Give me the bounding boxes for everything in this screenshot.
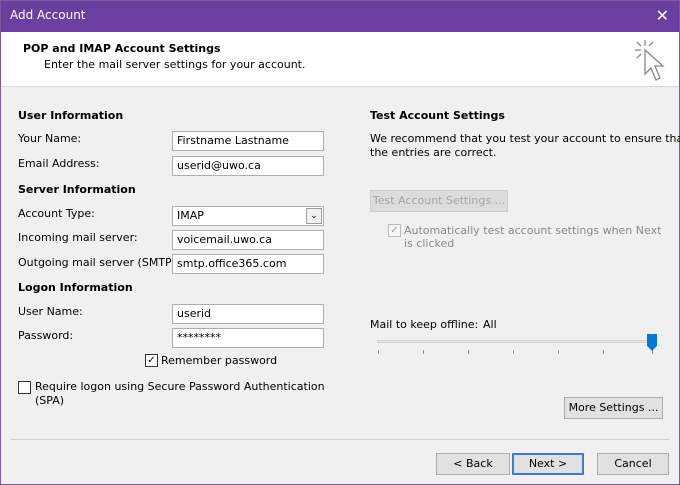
offline-label: Mail to keep offline: [370,318,479,331]
slider-tick [558,350,559,354]
slider-tick [468,350,469,354]
spa-checkbox[interactable] [18,381,31,394]
offline-slider-thumb[interactable] [647,334,657,351]
test-description-line2: the entries are correct. [370,146,497,159]
offline-slider-track[interactable] [377,340,655,343]
chevron-down-icon[interactable]: ⌄ [306,208,322,224]
email-input[interactable]: userid@uwo.ca [172,156,324,176]
cursor-click-icon [635,40,665,81]
close-icon[interactable]: ✕ [656,6,669,25]
auto-test-label-line1: Automatically test account settings when… [404,224,662,237]
auto-test-label-line2: is clicked [404,237,455,250]
user-info-heading: User Information [18,109,124,122]
remember-password-checkbox[interactable]: ✓ [145,354,158,367]
account-type-select[interactable]: IMAP ⌄ [172,206,324,226]
email-label: Email Address: [18,157,100,170]
title-bar: Add Account ✕ [1,1,679,32]
outgoing-server-input[interactable]: smtp.office365.com [172,254,324,274]
test-account-settings-button[interactable]: Test Account Settings ... [370,190,508,212]
password-label: Password: [18,329,74,342]
test-settings-heading: Test Account Settings [370,109,505,122]
server-info-heading: Server Information [18,183,136,196]
cancel-button[interactable]: Cancel [597,453,669,475]
username-label: User Name: [18,305,83,318]
header-title: POP and IMAP Account Settings [23,42,221,55]
test-description-line1: We recommend that you test your account … [370,132,680,145]
username-input[interactable]: userid [172,304,324,324]
checkmark-icon: ✓ [147,355,156,366]
incoming-server-input[interactable]: voicemail.uwo.ca [172,230,324,250]
slider-tick [513,350,514,354]
offline-value: All [483,318,497,331]
account-type-label: Account Type: [18,207,95,220]
spa-label-line1: Require logon using Secure Password Auth… [35,380,325,393]
your-name-input[interactable]: Firstname Lastname [172,131,324,151]
header-subtitle: Enter the mail server settings for your … [44,58,306,71]
remember-password-label: Remember password [161,354,278,367]
dialog-header: POP and IMAP Account Settings Enter the … [1,32,679,87]
more-settings-button[interactable]: More Settings ... [564,397,663,419]
auto-test-checkbox[interactable]: ✓ [388,224,401,237]
password-input[interactable]: ******** [172,328,324,348]
spa-label-line2: (SPA) [35,394,65,407]
your-name-label: Your Name: [18,132,82,145]
footer-separator [11,439,669,440]
incoming-server-label: Incoming mail server: [18,231,138,244]
checkmark-icon: ✓ [390,225,399,236]
outgoing-server-label: Outgoing mail server (SMTP): [18,256,180,269]
logon-info-heading: Logon Information [18,281,133,294]
slider-tick [378,350,379,354]
window-title: Add Account [10,8,86,22]
back-button[interactable]: < Back [436,453,510,475]
slider-tick [423,350,424,354]
slider-tick [603,350,604,354]
next-button[interactable]: Next > [512,453,584,475]
add-account-dialog: Add Account ✕ POP and IMAP Account Setti… [0,0,680,485]
account-type-value: IMAP [177,209,204,222]
